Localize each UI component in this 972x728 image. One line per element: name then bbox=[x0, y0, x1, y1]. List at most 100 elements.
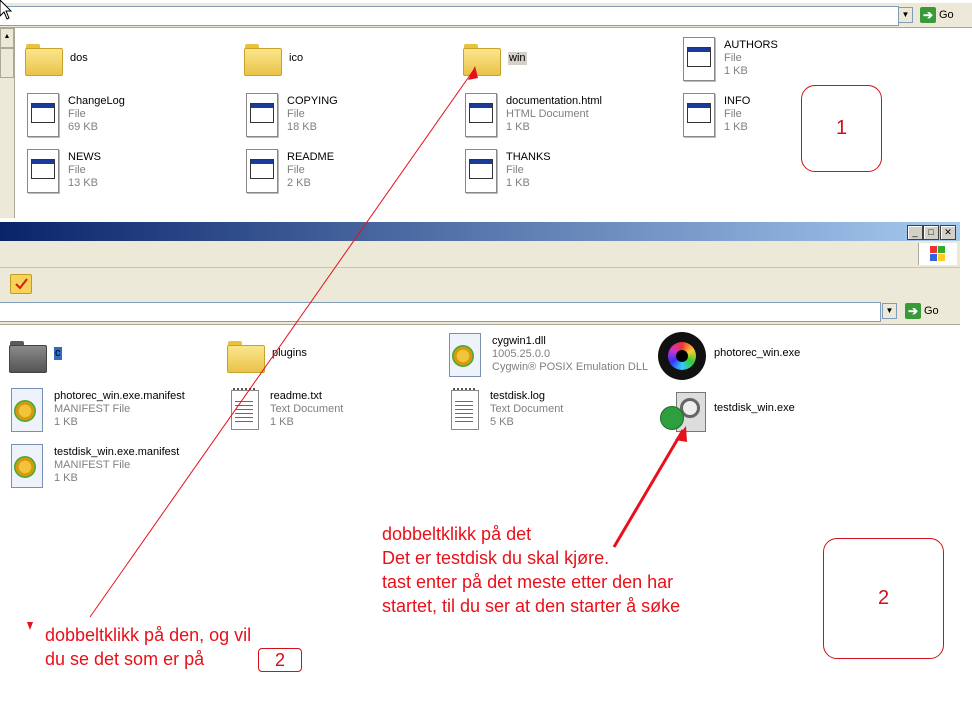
file-name: documentation.html bbox=[506, 95, 602, 107]
top-scroll-up[interactable]: ▲ bbox=[0, 28, 14, 48]
note-left-line: du se det som er på bbox=[45, 649, 205, 669]
bottom-menu-bar bbox=[0, 241, 960, 268]
bottom-toolbar bbox=[0, 268, 960, 299]
top-scroll-thumb[interactable] bbox=[0, 48, 14, 78]
file-type: Text Document bbox=[270, 403, 344, 415]
file-item-info[interactable]: INFO File 1 KB bbox=[680, 93, 750, 137]
folder-icon bbox=[8, 337, 47, 373]
file-size: 1 KB bbox=[54, 416, 78, 428]
file-name: readme.txt bbox=[270, 390, 322, 402]
folders-toggle-icon[interactable] bbox=[10, 274, 32, 294]
annotation-inline-box-2: 2 bbox=[258, 648, 302, 672]
file-name: testdisk_win.exe.manifest bbox=[54, 446, 180, 458]
top-address-bar: ▼ ➔ Go bbox=[0, 3, 972, 28]
file-size: 1 KB bbox=[54, 472, 78, 484]
bottom-address-field[interactable] bbox=[0, 302, 881, 322]
bottom-go-label: Go bbox=[924, 305, 939, 317]
file-icon bbox=[243, 149, 279, 193]
file-icon bbox=[680, 93, 716, 137]
file-item-ico[interactable]: ico bbox=[243, 40, 303, 76]
file-size: 2 KB bbox=[287, 177, 311, 189]
note-right-line: dobbeltklikk på det bbox=[382, 524, 532, 544]
close-button[interactable]: ✕ bbox=[940, 225, 956, 240]
file-icon bbox=[24, 149, 60, 193]
file-name: plugins bbox=[272, 347, 307, 359]
file-name: AUTHORS bbox=[724, 39, 778, 51]
annotation-box-1: 1 bbox=[801, 85, 882, 172]
file-item-testdisk-exe[interactable]: testdisk_win.exe bbox=[658, 388, 795, 436]
file-size: 1 KB bbox=[724, 121, 748, 133]
file-item-win[interactable]: win bbox=[462, 40, 527, 76]
go-arrow-icon: ➔ bbox=[920, 7, 936, 23]
file-name: testdisk.log bbox=[490, 390, 546, 402]
file-name: photorec_win.exe bbox=[714, 347, 801, 359]
file-name: INFO bbox=[724, 95, 751, 107]
file-name: testdisk_win.exe bbox=[714, 402, 795, 414]
text-document-icon bbox=[226, 388, 262, 432]
file-size: 1 KB bbox=[270, 416, 294, 428]
top-go-button[interactable]: ➔ Go bbox=[920, 6, 954, 24]
file-type: HTML Document bbox=[506, 108, 589, 120]
annotation-note-left: dobbeltklikk på den, og vil du se det so… bbox=[45, 623, 251, 671]
file-item-authors[interactable]: AUTHORS File 1 KB bbox=[680, 37, 778, 81]
file-item-plugins[interactable]: plugins bbox=[226, 337, 307, 373]
folder-icon bbox=[462, 40, 501, 76]
file-item-cygwin1-dll[interactable]: cygwin1.dll 1005.25.0.0 Cygwin® POSIX Em… bbox=[446, 333, 648, 379]
file-description: Cygwin® POSIX Emulation DLL bbox=[492, 361, 649, 373]
file-size: 1 KB bbox=[506, 177, 530, 189]
file-name: README bbox=[287, 151, 335, 163]
file-item-photorec-exe[interactable]: photorec_win.exe bbox=[658, 332, 800, 380]
folder-icon bbox=[243, 40, 282, 76]
file-item-documentation[interactable]: documentation.html HTML Document 1 KB bbox=[462, 93, 602, 137]
file-size: 18 KB bbox=[287, 121, 317, 133]
file-item-c[interactable]: c bbox=[8, 337, 62, 373]
annotation-note-right: dobbeltklikk på det Det er testdisk du s… bbox=[382, 522, 680, 618]
maximize-button[interactable]: □ bbox=[923, 225, 939, 240]
file-item-readme-txt[interactable]: readme.txt Text Document 1 KB bbox=[226, 388, 343, 432]
file-type: File bbox=[287, 164, 305, 176]
file-item-news[interactable]: NEWS File 13 KB bbox=[24, 149, 101, 193]
bottom-title-bar[interactable] bbox=[0, 222, 960, 241]
file-name: ico bbox=[289, 52, 304, 64]
bottom-go-button[interactable]: ➔ Go bbox=[905, 302, 939, 320]
file-name: COPYING bbox=[287, 95, 338, 107]
bottom-address-dropdown[interactable]: ▼ bbox=[882, 303, 897, 319]
file-item-testdisk-log[interactable]: testdisk.log Text Document 5 KB bbox=[446, 388, 563, 432]
file-name: ChangeLog bbox=[68, 95, 125, 107]
manifest-icon bbox=[8, 444, 46, 490]
top-address-field[interactable] bbox=[0, 6, 899, 26]
file-item-changelog[interactable]: ChangeLog File 69 KB bbox=[24, 93, 125, 137]
file-type: File bbox=[68, 164, 86, 176]
file-name: c bbox=[54, 347, 62, 360]
file-type: MANIFEST File bbox=[54, 403, 131, 415]
top-go-label: Go bbox=[939, 9, 954, 21]
file-size: 69 KB bbox=[68, 121, 98, 133]
top-address-dropdown[interactable]: ▼ bbox=[898, 7, 913, 23]
file-name: dos bbox=[70, 52, 88, 64]
file-item-readme[interactable]: README File 2 KB bbox=[243, 149, 334, 193]
file-icon bbox=[24, 93, 60, 137]
testdisk-icon bbox=[658, 388, 706, 436]
file-icon bbox=[243, 93, 279, 137]
minimize-button[interactable]: _ bbox=[907, 225, 923, 240]
file-item-dos[interactable]: dos bbox=[24, 40, 88, 76]
file-icon bbox=[680, 37, 716, 81]
file-type: File bbox=[68, 108, 86, 120]
file-item-copying[interactable]: COPYING File 18 KB bbox=[243, 93, 338, 137]
file-name: THANKS bbox=[506, 151, 551, 163]
file-size: 13 KB bbox=[68, 177, 98, 189]
manifest-icon bbox=[8, 388, 46, 434]
file-name: photorec_win.exe.manifest bbox=[54, 390, 185, 402]
file-item-photorec-manifest[interactable]: photorec_win.exe.manifest MANIFEST File … bbox=[8, 388, 185, 434]
text-document-icon bbox=[446, 388, 482, 432]
folder-icon bbox=[24, 40, 63, 76]
file-type: File bbox=[287, 108, 305, 120]
bottom-address-bar: ▼ ➔ Go bbox=[0, 298, 960, 325]
file-item-thanks[interactable]: THANKS File 1 KB bbox=[462, 149, 551, 193]
file-type: File bbox=[724, 52, 742, 64]
file-name: NEWS bbox=[68, 151, 101, 163]
file-type: File bbox=[506, 164, 524, 176]
file-item-testdisk-manifest[interactable]: testdisk_win.exe.manifest MANIFEST File … bbox=[8, 444, 179, 490]
file-type: Text Document bbox=[490, 403, 564, 415]
folder-icon bbox=[226, 337, 265, 373]
